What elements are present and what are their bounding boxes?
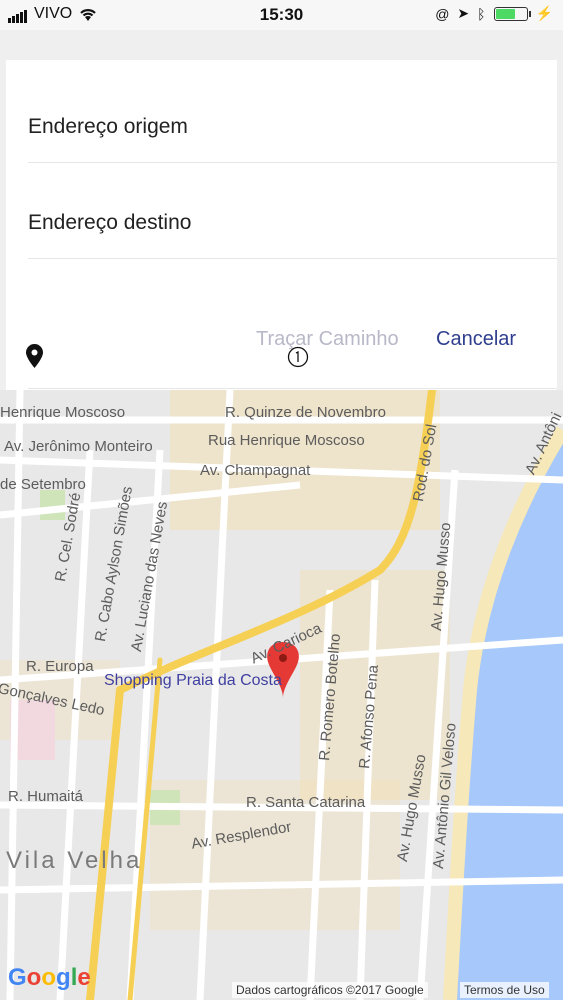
street-label: R. Humaitá	[8, 788, 84, 805]
location-pin-icon[interactable]	[26, 344, 43, 368]
google-logo[interactable]: Google	[8, 964, 91, 992]
status-bar: VIVO 15:30 @ ➤ ᛒ ⚡	[0, 0, 563, 30]
street-label: Henrique Moscoso	[0, 404, 126, 421]
map-attribution: Dados cartográficos ©2017 Google	[232, 982, 428, 998]
charging-icon: ⚡	[535, 5, 553, 21]
battery-icon	[493, 6, 531, 21]
bluetooth-icon: ᛒ	[477, 5, 486, 22]
info-icon[interactable]	[287, 346, 309, 368]
street-label: de Setembro	[0, 476, 86, 493]
map-view[interactable]: Henrique Moscoso R. Quinze de Novembro R…	[0, 390, 563, 1000]
divider	[28, 388, 557, 389]
cancel-button[interactable]: Cancelar	[436, 328, 516, 351]
destination-address-field[interactable]: Endereço destino	[28, 188, 557, 259]
orientation-lock-icon: @	[435, 5, 450, 22]
street-label: R. Santa Catarina	[246, 794, 366, 811]
district-label: Vila Velha	[6, 847, 143, 874]
location-arrow-icon: ➤	[457, 5, 470, 21]
trace-route-button[interactable]: Traçar Caminho	[256, 328, 399, 351]
poi-label[interactable]: Shopping Praia da Costa	[104, 672, 282, 690]
route-form-card: Endereço origem Endereço destino Traçar …	[6, 60, 557, 390]
street-label: R. Europa	[26, 658, 94, 675]
street-label: R. Quinze de Novembro	[225, 404, 386, 421]
street-label: Av. Jerônimo Monteiro	[4, 438, 153, 455]
street-label: Rua Henrique Moscoso	[208, 432, 365, 449]
terms-link[interactable]: Termos de Uso	[460, 982, 549, 998]
origin-address-field[interactable]: Endereço origem	[28, 92, 557, 163]
street-label: Av. Champagnat	[200, 462, 311, 479]
